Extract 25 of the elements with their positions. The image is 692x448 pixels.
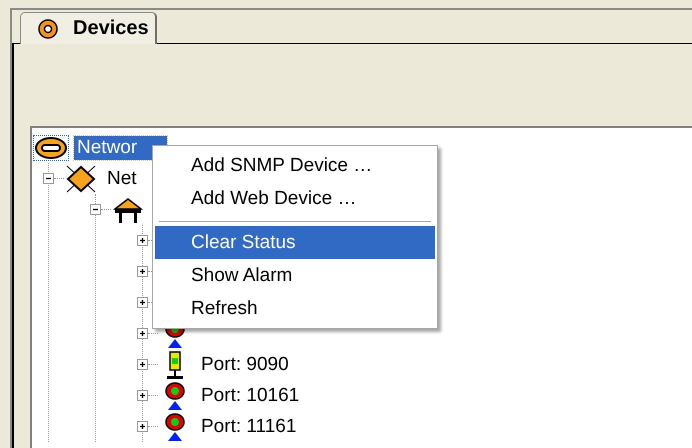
minus-icon[interactable] (90, 204, 101, 215)
tree-item[interactable]: Port: 11161 (198, 414, 300, 438)
ring-icon (34, 136, 68, 160)
plus-icon[interactable] (137, 421, 148, 432)
tree-item[interactable]: Port: 9090 (198, 352, 292, 376)
minus-icon[interactable] (43, 173, 54, 184)
plus-icon[interactable] (137, 235, 148, 246)
tree-item[interactable]: Net (104, 166, 140, 190)
plus-icon[interactable] (137, 297, 148, 308)
devices-tab[interactable]: Devices (20, 12, 157, 44)
plus-icon[interactable] (137, 328, 148, 339)
tree-item[interactable]: Networ (74, 136, 168, 160)
signal-icon (164, 412, 186, 442)
tree-item[interactable]: Port: 10161 (198, 384, 302, 408)
menu-item[interactable]: Clear Status (155, 226, 435, 259)
signal-icon (164, 380, 186, 410)
traffic-light-icon (164, 350, 186, 380)
plus-icon[interactable] (137, 266, 148, 277)
menu-item[interactable]: Refresh (155, 292, 435, 325)
target-icon (37, 18, 59, 40)
plus-icon[interactable] (137, 359, 148, 370)
menu-item[interactable]: Add Web Device … (155, 182, 435, 215)
menu-item[interactable]: Show Alarm (155, 259, 435, 292)
plus-icon[interactable] (137, 390, 148, 401)
diamond-icon (65, 164, 97, 194)
